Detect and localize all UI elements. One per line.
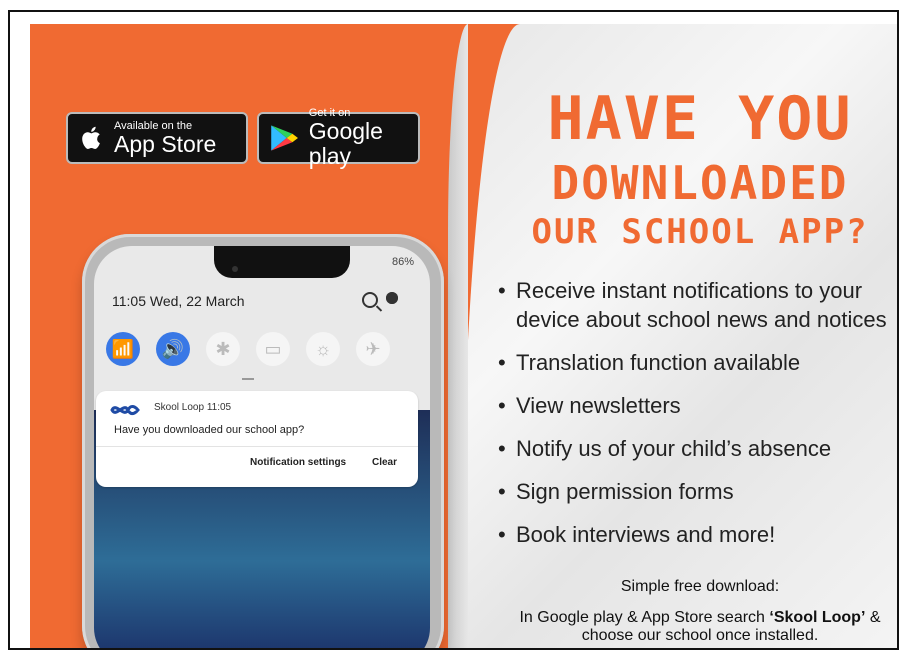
sfd-bold: ‘Skool Loop’ <box>769 609 866 626</box>
app-store-text: Available on the App Store <box>114 120 216 157</box>
front-camera <box>232 266 238 272</box>
airplane-mode-toggle[interactable]: ✈ <box>356 332 390 366</box>
headline-line-3: OUR SCHOOL APP? <box>531 212 869 252</box>
simple-free-description: In Google play & App Store search ‘Skool… <box>500 609 897 645</box>
notification-meta: Skool Loop 11:05 <box>154 402 231 413</box>
phone-time: 11:05 <box>112 293 146 309</box>
bluetooth-toggle[interactable]: ✱ <box>206 332 240 366</box>
skool-loop-logo-icon <box>110 404 140 416</box>
feature-item: View newsletters <box>498 391 897 420</box>
feature-item: Translation function available <box>498 348 897 377</box>
sound-toggle[interactable]: 🔊 <box>156 332 190 366</box>
feature-item: Sign permission forms <box>498 477 897 506</box>
phone-date: Wed, 22 March <box>149 293 245 309</box>
phone-time-date: 11:05 Wed, 22 March <box>112 293 245 309</box>
notification-message: Have you downloaded our school app? <box>114 424 305 436</box>
sfd-prefix: In Google play & App Store search <box>519 609 770 626</box>
headline-line-1: HAVE YOU <box>547 84 853 154</box>
app-store-small-label: Available on the <box>114 119 193 132</box>
app-store-big-label: App Store <box>114 130 217 157</box>
phone-screen: 86% 11:05 Wed, 22 March 📶 🔊 ✱ ▭ ☼ ✈ Skoo… <box>94 246 430 648</box>
features-list: Receive instant notifications to your de… <box>498 276 897 563</box>
google-play-text: Get it on Google play <box>309 107 418 169</box>
headline-line-2: DOWNLOADED <box>551 156 849 210</box>
notification-time: 11:05 <box>206 402 232 413</box>
feature-item: Notify us of your child’s absence <box>498 434 897 463</box>
flashlight-toggle[interactable]: ☼ <box>306 332 340 366</box>
clear-notification-button[interactable]: Clear <box>372 457 397 468</box>
app-store-badge[interactable]: Available on the App Store <box>66 112 248 164</box>
wifi-toggle[interactable]: 📶 <box>106 332 140 366</box>
shade-handle[interactable] <box>242 378 254 380</box>
smartphone-mockup: 86% 11:05 Wed, 22 March 📶 🔊 ✱ ▭ ☼ ✈ Skoo… <box>82 234 444 648</box>
apple-logo-icon <box>82 126 100 149</box>
promo-panel: Available on the App Store Get it on Goo… <box>30 24 897 648</box>
notification-divider <box>96 446 418 447</box>
notification-card[interactable]: Skool Loop 11:05 Have you downloaded our… <box>96 391 418 487</box>
phone-notch <box>214 246 350 278</box>
google-play-logo-icon <box>271 125 298 151</box>
simple-free-title: Simple free download: <box>620 578 780 595</box>
gear-icon[interactable] <box>386 292 398 304</box>
notification-settings-button[interactable]: Notification settings <box>250 457 346 468</box>
feature-item: Book interviews and more! <box>498 520 897 549</box>
google-play-big-label: Google play <box>308 118 383 169</box>
image-frame: Available on the App Store Get it on Goo… <box>8 10 899 650</box>
google-play-badge[interactable]: Get it on Google play <box>257 107 420 169</box>
status-battery-label: 86% <box>391 256 414 268</box>
feature-item: Receive instant notifications to your de… <box>498 276 897 334</box>
battery-saver-toggle[interactable]: ▭ <box>256 332 290 366</box>
notification-app: Skool Loop <box>154 402 205 413</box>
search-icon[interactable] <box>362 292 378 308</box>
